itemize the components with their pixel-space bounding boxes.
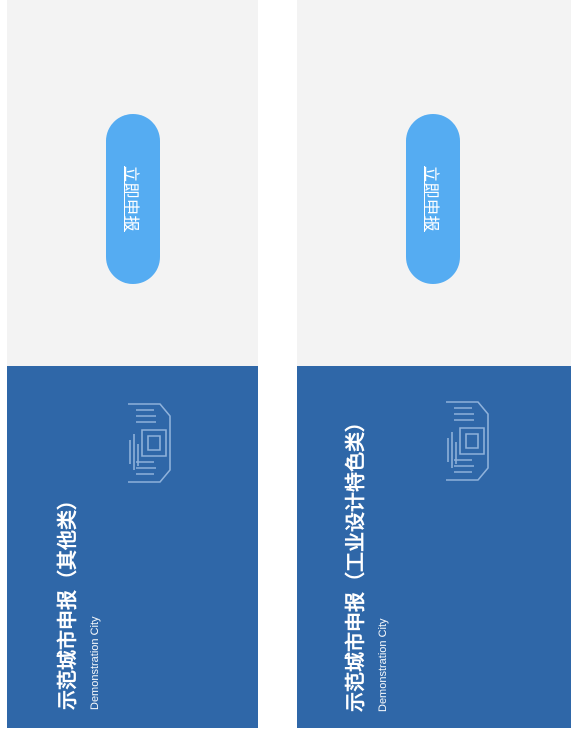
card-info-panel	[297, 366, 571, 728]
card-title: 示范城市申报（工业设计特色类）	[343, 412, 367, 712]
card-top-panel: 立即申报	[297, 0, 571, 366]
apply-now-label: 立即申报	[122, 165, 141, 233]
card-title: 示范城市申报（其他类）	[55, 490, 79, 710]
apply-now-label: 立即申报	[422, 165, 441, 233]
card-title-block: 示范城市申报（工业设计特色类） Demonstration City	[343, 382, 390, 712]
card-subtitle: Demonstration City	[89, 616, 101, 710]
apply-now-button[interactable]: 立即申报	[106, 114, 160, 284]
declaration-card-other: 立即申报 示范城市申报（其他类） Demonstration City	[7, 0, 258, 728]
city-building-icon	[128, 403, 171, 483]
card-subtitle: Demonstration City	[377, 618, 389, 712]
apply-now-button[interactable]: 立即申报	[406, 114, 460, 284]
city-building-icon	[446, 401, 489, 481]
declaration-card-industrial-design: 立即申报 示范城市申报（工业设计特色类） Demonstration City	[297, 0, 571, 728]
card-top-panel: 立即申报	[7, 0, 258, 366]
card-title-block: 示范城市申报（其他类） Demonstration City	[55, 380, 102, 710]
